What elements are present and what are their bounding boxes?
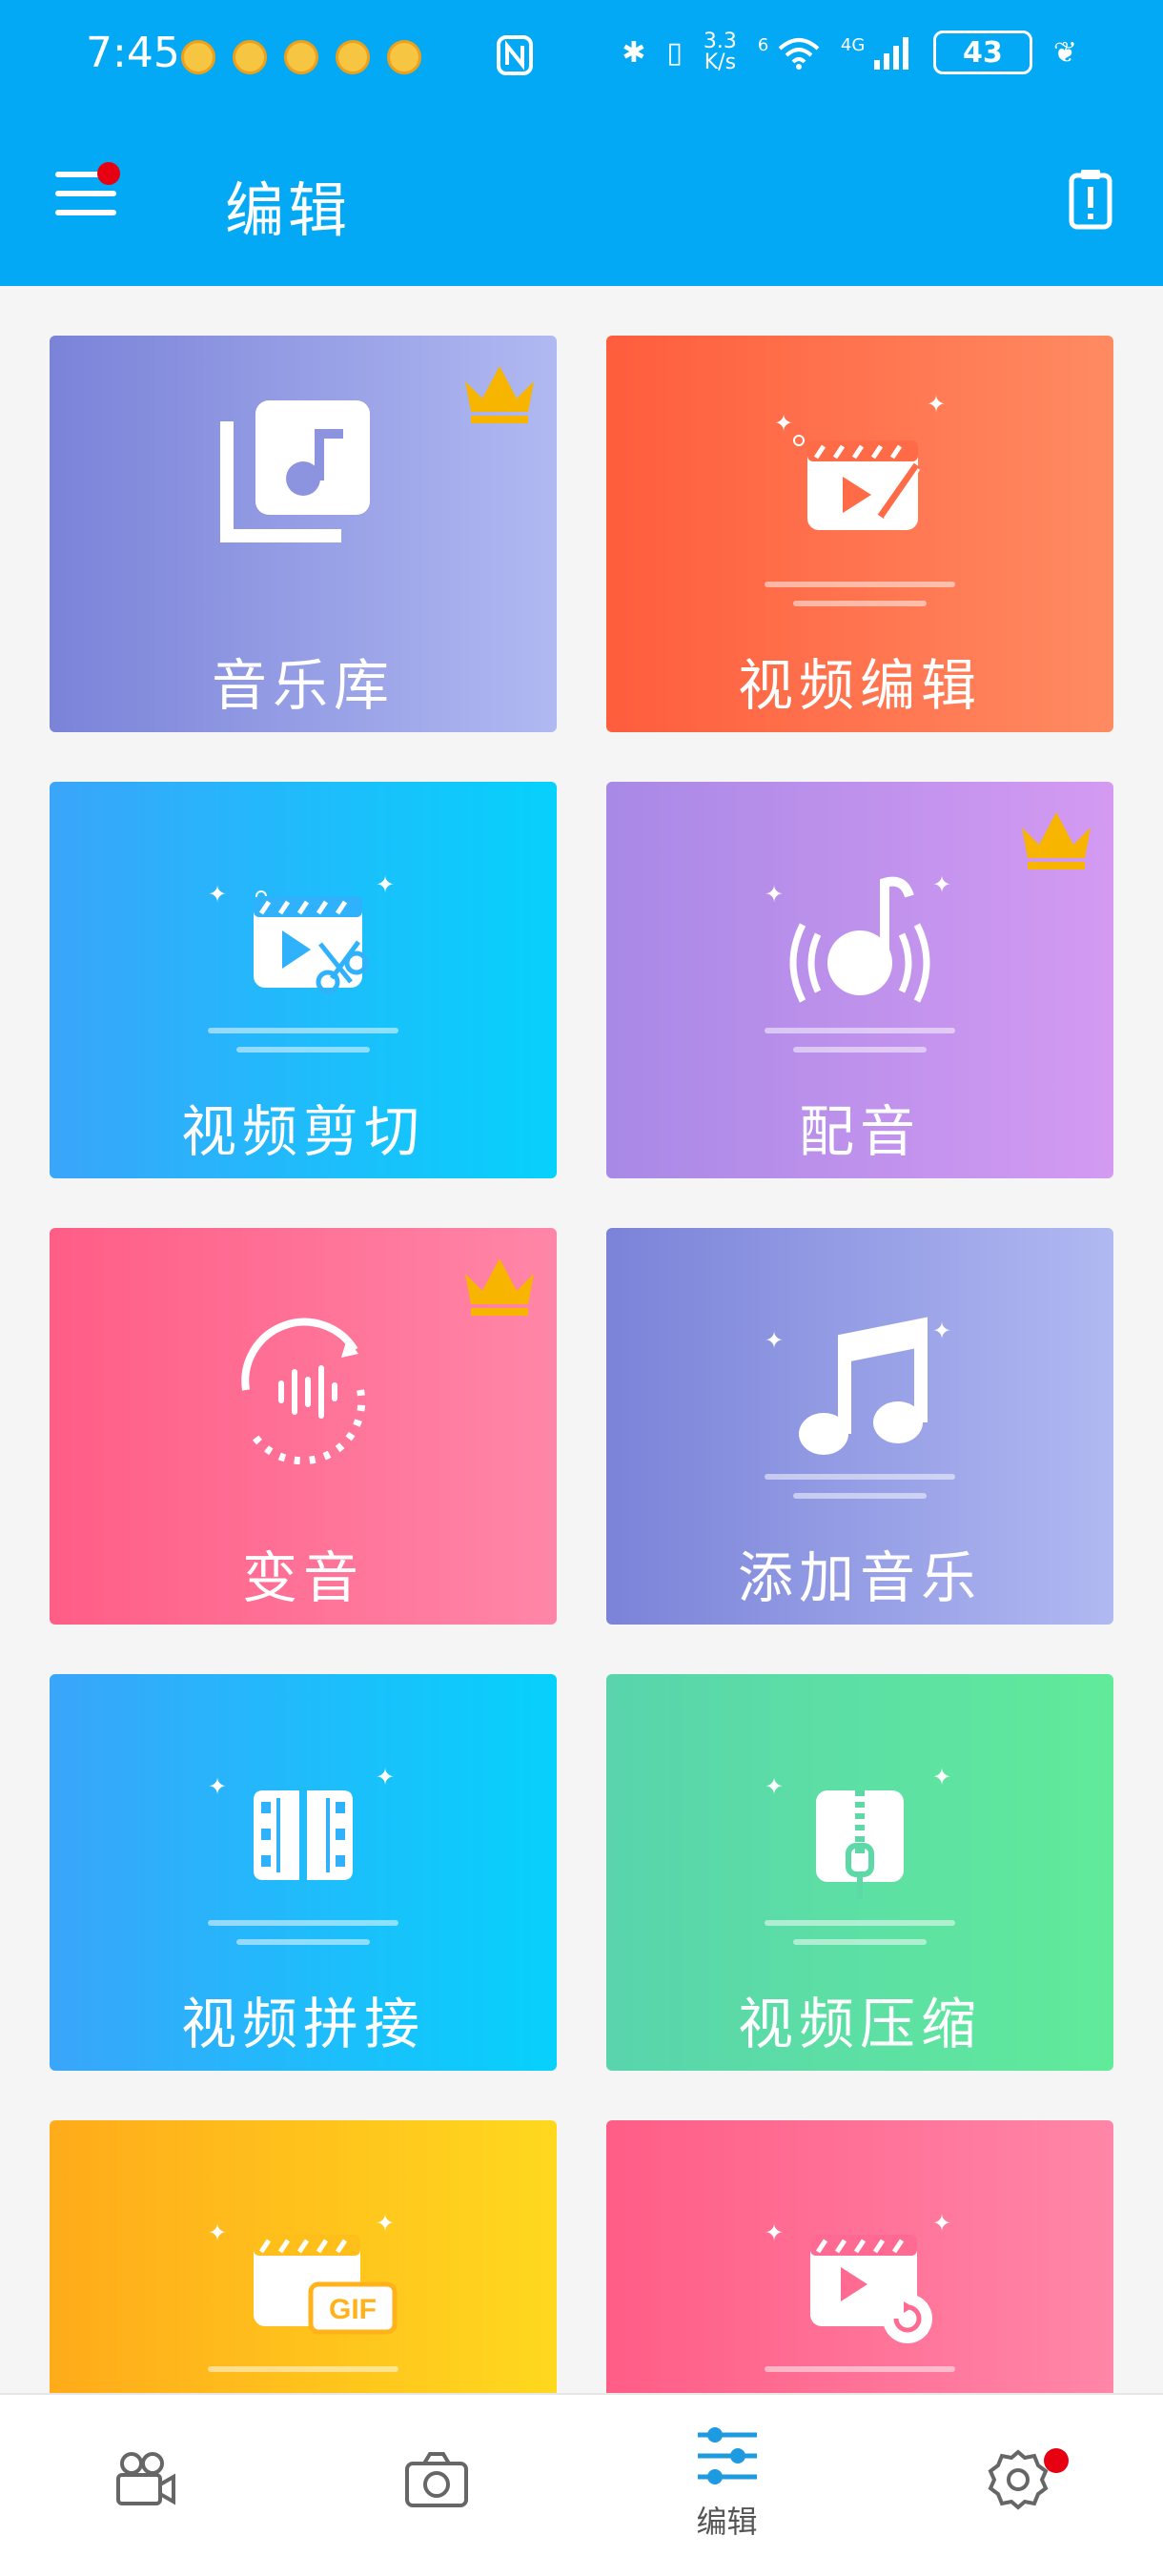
notification-icons [181, 40, 421, 74]
svg-text:✦: ✦ [765, 1773, 784, 1800]
page-title: 编辑 [225, 175, 352, 245]
card-voice-change[interactable]: 变音 [50, 1228, 557, 1625]
crown-icon [1022, 812, 1091, 869]
svg-text:✦: ✦ [765, 2219, 784, 2246]
music-library-icon [220, 400, 370, 542]
wifi-badge: 6 [757, 35, 769, 56]
status-time: 7:45 [86, 29, 180, 77]
card-gif[interactable]: ✦ ✦ GIF [50, 2120, 557, 2397]
leaf-icon: ❦ [1052, 35, 1077, 70]
svg-text:✦: ✦ [932, 1318, 951, 1344]
app-notification-icon [284, 40, 318, 74]
card-label: 配音 [798, 1099, 921, 1164]
card-label: 添加音乐 [737, 1545, 982, 1610]
camera-icon [405, 2452, 468, 2507]
sliders-icon [698, 2427, 757, 2484]
nav-camera[interactable] [291, 2395, 582, 2576]
gif-icon: ✦ ✦ GIF [208, 2210, 398, 2335]
bluetooth-icon: ✱ [622, 35, 646, 70]
video-merge-icon: ✦ ✦ [208, 1764, 395, 1880]
settings-notification-dot [1044, 2448, 1069, 2473]
network-type: 4G [840, 35, 866, 56]
decorative-lines [765, 1028, 955, 1053]
svg-text:✦: ✦ [208, 2219, 227, 2246]
clipboard-icon[interactable] [1068, 168, 1113, 231]
dubbing-icon: ✦ ✦ [765, 871, 951, 1003]
card-video-compress[interactable]: ✦ ✦ 视频压缩 [606, 1674, 1113, 2071]
decorative-lines [765, 1920, 955, 1945]
menu-notification-dot [97, 162, 120, 185]
settings-icon [988, 2449, 1049, 2510]
nav-video[interactable] [0, 2395, 291, 2576]
svg-text:✦: ✦ [932, 2210, 951, 2237]
app-notification-icon [387, 40, 421, 74]
bottom-navigation: 编辑 [0, 2393, 1163, 2576]
app-notification-icon [181, 40, 215, 74]
card-label: 音乐库 [211, 653, 395, 718]
decorative-lines [765, 2366, 955, 2372]
nav-edit-label: 编辑 [696, 2504, 758, 2540]
network-speed: 3.3 K/s [704, 31, 737, 73]
card-video-merge[interactable]: ✦ ✦ 视频拼接 [50, 1674, 557, 2071]
video-compress-icon: ✦ ✦ [765, 1764, 951, 1899]
speed-unit: K/s [704, 51, 737, 74]
svg-text:✦: ✦ [765, 881, 784, 908]
app-notification-icon [233, 40, 267, 74]
app-notification-icon [336, 40, 370, 74]
video-reverse-icon: ✦ ✦ [765, 2210, 951, 2343]
svg-text:✦: ✦ [376, 2210, 395, 2237]
decorative-lines [208, 1028, 398, 1053]
battery-indicator: 43 [932, 31, 1032, 74]
svg-text:✦: ✦ [774, 410, 793, 437]
decorative-lines [765, 582, 955, 606]
video-edit-icon: ✦ ✦ [774, 391, 946, 530]
card-add-music[interactable]: ✦ ✦ 添加音乐 [606, 1228, 1113, 1625]
nav-edit[interactable]: 编辑 [582, 2395, 872, 2576]
card-label: 视频编辑 [737, 653, 982, 718]
svg-text:✦: ✦ [765, 1327, 784, 1354]
nfc-icon [497, 35, 533, 75]
decorative-lines [208, 1920, 398, 1945]
video-cut-icon: ✦ ✦ [208, 871, 395, 994]
card-video-cut[interactable]: ✦ ✦ 视频剪切 [50, 782, 557, 1178]
svg-text:✦: ✦ [208, 881, 227, 908]
card-video-edit[interactable]: ✦ ✦ 视频编辑 [606, 336, 1113, 732]
svg-text:✦: ✦ [927, 391, 946, 418]
svg-text:✦: ✦ [376, 1764, 395, 1790]
crown-icon [465, 366, 534, 423]
voice-change-icon [241, 1318, 366, 1465]
vibrate-icon: ▯ [666, 35, 683, 70]
crown-icon [465, 1258, 534, 1316]
add-music-icon: ✦ ✦ [765, 1317, 951, 1455]
decorative-lines [765, 1474, 955, 1499]
top-bar: 7:45 ✱ ▯ 3.3 K/s 6 4G 43 ❦ 编辑 [0, 0, 1163, 286]
card-label: 变音 [241, 1545, 364, 1610]
card-label: 视频剪切 [180, 1099, 425, 1164]
svg-text:✦: ✦ [208, 1773, 227, 1800]
card-dubbing[interactable]: ✦ ✦ 配音 [606, 782, 1113, 1178]
decorative-lines [208, 2366, 398, 2372]
svg-text:✦: ✦ [376, 871, 395, 898]
svg-text:✦: ✦ [932, 871, 951, 898]
card-label: 视频拼接 [180, 1992, 425, 2056]
signal-icon: 4G [841, 35, 912, 70]
status-bar: 7:45 ✱ ▯ 3.3 K/s 6 4G 43 ❦ [0, 0, 1163, 114]
gif-badge: GIF [329, 2294, 377, 2325]
card-label: 视频压缩 [737, 1992, 982, 2056]
svg-text:✦: ✦ [932, 1764, 951, 1790]
card-music-library[interactable]: 音乐库 [50, 336, 557, 732]
status-right: ✱ ▯ 3.3 K/s 6 4G 43 ❦ [622, 31, 1077, 74]
nav-settings[interactable] [872, 2395, 1163, 2576]
video-camera-icon [116, 2452, 175, 2505]
app-bar: 编辑 [0, 133, 1163, 267]
card-video-reverse[interactable]: ✦ ✦ [606, 2120, 1113, 2397]
wifi-icon: 6 [758, 35, 820, 70]
